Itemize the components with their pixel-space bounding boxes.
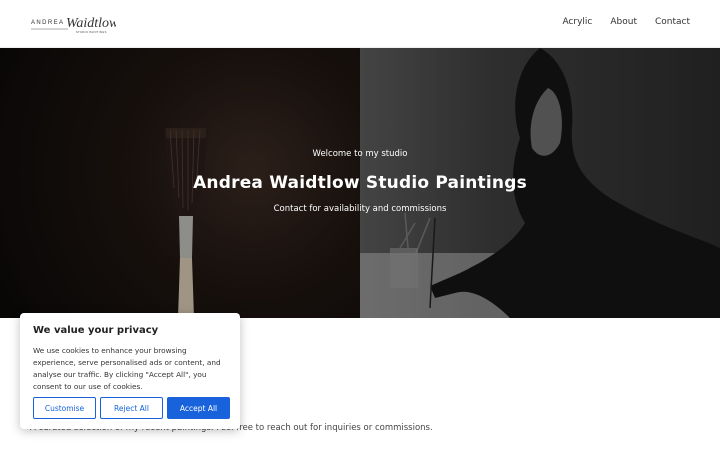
customise-button[interactable]: Customise <box>33 397 96 419</box>
hero-welcome-text: Welcome to my studio <box>312 149 408 159</box>
hero-banner: Welcome to my studio Andrea Waidtlow Stu… <box>0 48 720 318</box>
site-logo[interactable]: ANDREA Waidtlow STUDIO PAINTINGS <box>30 8 116 40</box>
reject-all-button[interactable]: Reject All <box>100 397 163 419</box>
cookie-button-group: Customise Reject All Accept All <box>33 397 230 419</box>
logo-name: ANDREA <box>31 20 64 26</box>
cookie-consent-dialog: We value your privacy We use cookies to … <box>20 313 240 429</box>
cookie-description: We use cookies to enhance your browsing … <box>33 346 221 391</box>
logo-tagline: STUDIO PAINTINGS <box>76 30 107 34</box>
nav-link-contact[interactable]: Contact <box>655 17 690 27</box>
accept-all-button[interactable]: Accept All <box>167 397 230 419</box>
nav-link-acrylic[interactable]: Acrylic <box>562 17 592 27</box>
site-header: ANDREA Waidtlow STUDIO PAINTINGS Acrylic… <box>0 0 720 48</box>
logo-script: Waidtlow <box>66 16 116 31</box>
hero-title: Andrea Waidtlow Studio Paintings <box>193 173 527 193</box>
main-nav: Acrylic About Contact <box>562 17 690 27</box>
nav-link-about[interactable]: About <box>610 17 637 27</box>
cookie-title: We value your privacy <box>33 325 159 336</box>
hero-subtitle: Contact for availability and commissions <box>273 204 447 214</box>
